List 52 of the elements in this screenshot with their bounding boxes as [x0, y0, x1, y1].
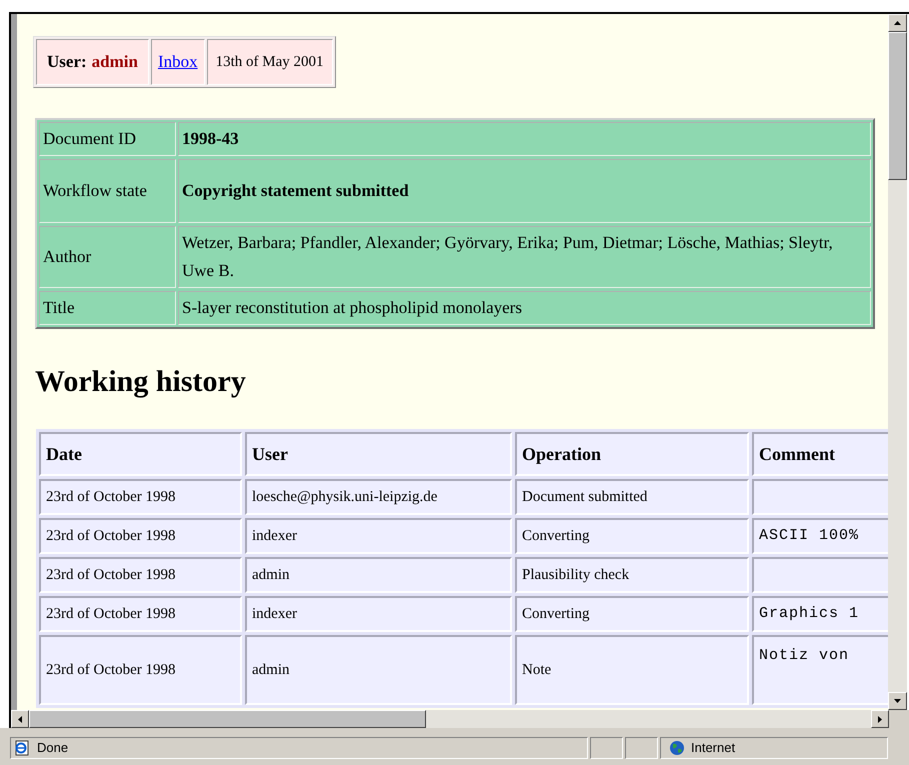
label-cell: Title	[39, 291, 176, 325]
table-cell: Notiz von	[752, 635, 888, 705]
user-label: User:	[47, 51, 87, 74]
table-cell: ASCII 100%	[752, 518, 888, 554]
label-cell: Document ID	[39, 122, 176, 156]
table-cell: Converting	[515, 518, 749, 554]
user-name: admin	[92, 51, 138, 74]
table-cell: 23rd of October 1998	[39, 557, 242, 593]
scroll-up-button[interactable]	[888, 14, 907, 32]
table-cell: 23rd of October 1998	[39, 479, 242, 515]
globe-icon	[669, 740, 685, 756]
left-arrow-icon	[18, 716, 22, 722]
status-panel	[625, 736, 658, 758]
vertical-scrollbar[interactable]	[888, 14, 907, 710]
scroll-right-button[interactable]	[871, 710, 889, 728]
scroll-thumb[interactable]	[29, 710, 426, 728]
table-cell: admin	[245, 557, 512, 593]
value-cell: 1998-43	[178, 122, 871, 156]
right-arrow-icon	[878, 716, 882, 722]
table-cell: Note	[515, 635, 749, 705]
status-text: Done	[37, 738, 68, 757]
table-cell: Converting	[515, 596, 749, 632]
page-icon	[13, 740, 31, 756]
table-cell: 23rd of October 1998	[39, 518, 242, 554]
table-cell: loesche@physik.uni-leipzig.de	[245, 479, 512, 515]
table-cell: admin	[245, 635, 512, 705]
value-cell: S-layer reconstitution at phospholipid monolayers	[178, 291, 871, 325]
zone-text: Internet	[691, 738, 736, 757]
up-arrow-icon	[894, 21, 901, 25]
column-header: Operation	[515, 432, 749, 476]
column-header: Date	[39, 432, 242, 476]
label-cell: Author	[39, 226, 176, 288]
table-cell: 23rd of October 1998	[39, 635, 242, 705]
table-cell: Document submitted	[515, 479, 749, 515]
scroll-down-button[interactable]	[888, 692, 907, 710]
date-text: 13th of May 2001	[216, 52, 324, 72]
down-arrow-icon	[894, 699, 901, 703]
horizontal-scrollbar[interactable]	[11, 710, 889, 728]
value-cell: Wetzer, Barbara; Pfandler, Alexander; Györvary, Erika; Pum, Dietmar; Lösche, Mathias; Sleytr, Uwe B.	[178, 226, 871, 288]
table-cell: Plausibility check	[515, 557, 749, 593]
label-cell: Workflow state	[39, 159, 176, 223]
column-header: Comment	[752, 432, 888, 476]
table-cell: indexer	[245, 518, 512, 554]
table-cell: 23rd of October 1998	[39, 596, 242, 632]
scroll-thumb[interactable]	[888, 32, 907, 180]
column-header: User	[245, 432, 512, 476]
status-panel	[590, 736, 623, 758]
value-cell: Copyright statement submitted	[178, 159, 871, 223]
scroll-left-button[interactable]	[11, 710, 29, 728]
table-cell: Graphics 1	[752, 596, 888, 632]
table-cell: indexer	[245, 596, 512, 632]
section-heading: Working history	[35, 364, 247, 400]
